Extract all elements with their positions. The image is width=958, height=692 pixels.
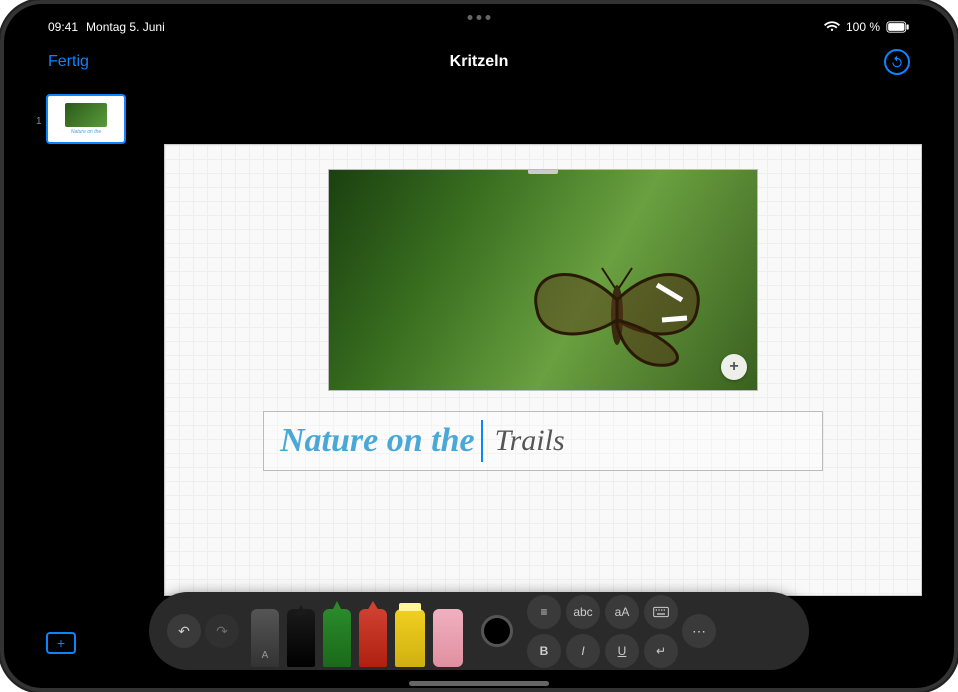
italic-button[interactable]: I [566, 634, 600, 668]
home-indicator[interactable] [409, 681, 549, 686]
more-button[interactable]: ⋯ [682, 614, 716, 648]
undo-button[interactable]: ↶ [167, 614, 201, 648]
color-picker[interactable] [481, 615, 513, 647]
navigation-bar: Fertig Kritzeln [0, 44, 958, 80]
add-slide-button[interactable]: + [46, 632, 76, 654]
page-title: Kritzeln [450, 53, 509, 71]
slide-canvas[interactable]: + Nature on the Trails [164, 144, 922, 596]
markup-toolbar: ↶ ↷ ≡ abc aA B I U ↵ ⋯ [149, 592, 809, 670]
highlighter-tool[interactable] [395, 609, 425, 667]
text-cursor [481, 420, 483, 462]
title-text-box[interactable]: Nature on the Trails [263, 411, 823, 471]
thumbnail-preview-image [65, 103, 107, 127]
pen-tool[interactable] [287, 609, 315, 667]
done-button[interactable]: Fertig [48, 53, 89, 71]
eraser-tool[interactable] [433, 609, 463, 667]
thumbnail-number: 1 [36, 116, 42, 127]
slide-navigator: 1 Nature on the + [26, 84, 134, 666]
align-button[interactable]: ≡ [527, 595, 561, 629]
marker-tool[interactable] [323, 609, 351, 667]
underline-button[interactable]: U [605, 634, 639, 668]
status-time: 09:41 [48, 20, 78, 34]
thumbnail-preview-text: Nature on the [71, 129, 101, 135]
image-resize-handle[interactable] [528, 169, 558, 174]
battery-icon [886, 21, 910, 33]
keyboard-button[interactable] [644, 595, 678, 629]
wifi-icon [824, 21, 840, 33]
bold-button[interactable]: B [527, 634, 561, 668]
autocomplete-button[interactable]: abc [566, 595, 600, 629]
status-bar: 09:41 Montag 5. Juni 100 % [0, 16, 958, 38]
return-button[interactable]: ↵ [644, 634, 678, 668]
slide-thumbnail-1[interactable]: 1 Nature on the [46, 94, 126, 144]
scribble-tool[interactable] [251, 609, 279, 667]
redo-button[interactable]: ↷ [205, 614, 239, 648]
handwritten-text: Trails [495, 424, 565, 458]
slide-canvas-wrap: + Nature on the Trails [164, 144, 922, 596]
image-insert-button[interactable]: + [721, 354, 747, 380]
revert-button[interactable] [884, 49, 910, 75]
ipad-frame: 09:41 Montag 5. Juni 100 % Fertig Kritze… [0, 0, 958, 692]
crayon-tool[interactable] [359, 609, 387, 667]
butterfly-graphic [517, 250, 717, 370]
status-date: Montag 5. Juni [86, 20, 165, 34]
content-area: 1 Nature on the + [26, 84, 932, 666]
drawing-tools-group [251, 595, 463, 667]
battery-percent: 100 % [846, 20, 880, 34]
typed-text: Nature on the [280, 422, 475, 460]
text-format-group: ≡ abc aA B I U ↵ [527, 595, 678, 668]
text-size-button[interactable]: aA [605, 595, 639, 629]
slide-image[interactable]: + [328, 169, 758, 391]
